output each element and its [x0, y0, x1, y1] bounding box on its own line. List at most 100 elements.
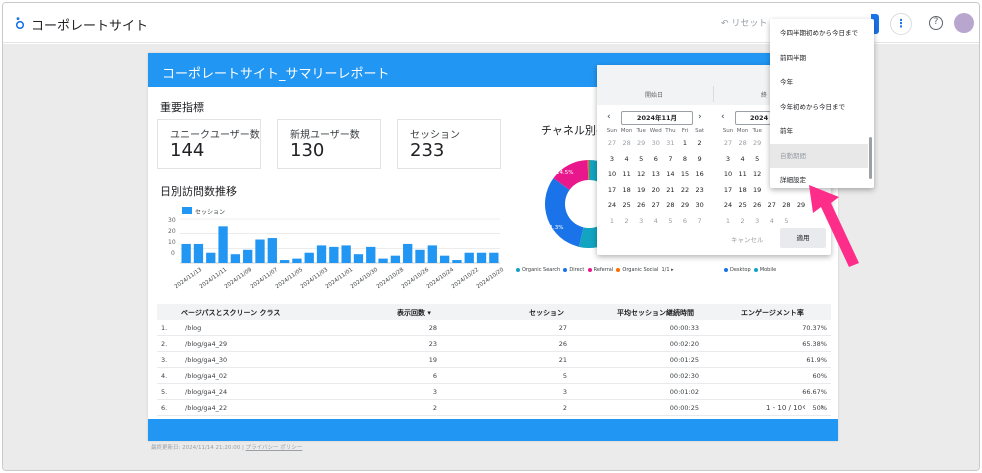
calendar-day[interactable]: 3 [750, 217, 764, 225]
bar[interactable] [390, 255, 401, 263]
calendar-day[interactable]: 11 [736, 170, 750, 178]
calendar-day[interactable]: 19 [750, 186, 764, 194]
calendar-day[interactable]: 24 [721, 201, 735, 209]
calendar-day[interactable]: 4 [736, 155, 750, 163]
calendar-day[interactable]: 14 [663, 170, 677, 178]
prev-page-icon[interactable]: ‹ [802, 402, 806, 413]
calendar-day[interactable]: 27 [765, 201, 779, 209]
calendar-day[interactable]: 6 [678, 217, 692, 225]
table-row[interactable]: 2. /blog/ga4_29 23 26 00:02:20 65.38% [157, 336, 831, 352]
calendar-day[interactable]: 9 [693, 155, 707, 163]
bar[interactable] [415, 249, 425, 263]
calendar-day[interactable]: 21 [663, 186, 677, 194]
calendar-day[interactable]: 23 [693, 186, 707, 194]
calendar-day[interactable]: 22 [678, 186, 692, 194]
calendar-day[interactable]: 27 [605, 139, 619, 147]
menu-item[interactable]: 前四半期 [770, 46, 868, 70]
calendar-day[interactable]: 28 [736, 139, 750, 147]
bar[interactable] [267, 238, 277, 263]
calendar-day[interactable]: 4 [649, 217, 663, 225]
calendar-day[interactable]: 5 [634, 155, 648, 163]
column-header-sorted[interactable]: 表示回数 ▾ [397, 308, 431, 318]
table-row[interactable]: 5. /blog/ga4_24 3 3 00:01:02 66.67% [157, 384, 831, 400]
prev-month-icon[interactable]: ‹ [607, 112, 611, 122]
calendar-day[interactable]: 29 [678, 201, 692, 209]
calendar-day[interactable]: 15 [678, 170, 692, 178]
calendar-day[interactable]: 1 [678, 139, 692, 147]
bar[interactable] [489, 252, 499, 263]
bar[interactable] [439, 255, 450, 263]
bar[interactable] [255, 239, 265, 263]
calendar-day[interactable]: 17 [721, 186, 735, 194]
calendar-day[interactable]: 20 [649, 186, 663, 194]
menu-item[interactable]: 自動期間 [770, 143, 868, 168]
calendar-day[interactable]: 3 [634, 217, 648, 225]
column-header[interactable]: ページパスとスクリーン クラス [181, 308, 280, 318]
table-row[interactable]: 3. /blog/ga4_30 19 21 00:01:25 61.9% [157, 352, 831, 368]
calendar-day[interactable]: 3 [605, 155, 619, 163]
calendar-day[interactable]: 4 [620, 155, 634, 163]
calendar-day[interactable]: 29 [634, 139, 648, 147]
calendar-day[interactable]: 28 [779, 201, 793, 209]
bar[interactable] [329, 246, 339, 263]
calendar-day[interactable]: 31 [663, 139, 677, 147]
bar[interactable] [218, 226, 228, 263]
end-date-label[interactable]: 終 [761, 90, 767, 99]
calendar-day[interactable]: 5 [779, 217, 793, 225]
table-row[interactable]: 1. /blog 28 27 00:00:33 70.37% [157, 320, 831, 336]
calendar-day[interactable]: 26 [750, 201, 764, 209]
calendar-day[interactable]: 3 [721, 155, 735, 163]
column-header[interactable]: 平均セッション継続時間 [617, 308, 694, 318]
calendar-day[interactable]: 10 [721, 170, 735, 178]
table-row[interactable]: 4. /blog/ga4_02 6 5 00:02:30 60% [157, 368, 831, 384]
menu-item[interactable]: 前年 [770, 119, 868, 143]
bar[interactable] [316, 245, 327, 263]
calendar-day[interactable]: 2 [620, 217, 634, 225]
calendar-day[interactable]: 29 [750, 139, 764, 147]
bar[interactable] [279, 260, 290, 263]
calendar-day[interactable]: 7 [693, 217, 707, 225]
calendar-day[interactable]: 6 [649, 155, 663, 163]
bar[interactable] [193, 243, 204, 263]
bar[interactable] [427, 245, 437, 263]
calendar-day[interactable]: 12 [634, 170, 648, 178]
bar[interactable] [292, 258, 302, 263]
prev-month-icon-right[interactable]: ‹ [721, 112, 725, 122]
start-date-label[interactable]: 開始日 [645, 90, 663, 99]
calendar-day[interactable]: 2 [693, 139, 707, 147]
calendar-day[interactable]: 17 [605, 186, 619, 194]
bar[interactable] [230, 254, 241, 263]
bar[interactable] [304, 252, 314, 263]
calendar-day[interactable]: 30 [693, 201, 707, 209]
avatar[interactable] [954, 13, 974, 33]
calendar-day[interactable]: 1 [721, 217, 735, 225]
calendar-day[interactable]: 19 [634, 186, 648, 194]
bar[interactable] [353, 254, 364, 263]
more-options-icon[interactable]: ⋮ [890, 13, 912, 35]
menu-item[interactable]: 今年 [770, 70, 868, 94]
help-icon[interactable]: ? [929, 16, 943, 30]
calendar-day[interactable]: 8 [678, 155, 692, 163]
bar[interactable] [403, 243, 413, 263]
calendar-day[interactable]: 10 [605, 170, 619, 178]
calendar-day[interactable]: 5 [663, 217, 677, 225]
calendar-day[interactable]: 11 [620, 170, 634, 178]
reset-button[interactable]: ↶ リセット [721, 16, 767, 29]
bar[interactable] [366, 246, 376, 263]
calendar-day[interactable]: 7 [663, 155, 677, 163]
calendar-day[interactable]: 2 [736, 217, 750, 225]
column-header[interactable]: セッション [529, 308, 564, 318]
calendar-day[interactable]: 24 [605, 201, 619, 209]
cancel-button[interactable]: キャンセル [731, 234, 764, 244]
calendar-day[interactable]: 18 [620, 186, 634, 194]
calendar-day[interactable]: 27 [721, 139, 735, 147]
month-select-left[interactable]: 2024年11月 [621, 111, 693, 125]
donut-slice[interactable] [545, 178, 584, 247]
calendar-day[interactable]: 25 [736, 201, 750, 209]
calendar-day[interactable]: 30 [649, 139, 663, 147]
bar[interactable] [452, 260, 462, 263]
calendar-day[interactable]: 4 [765, 217, 779, 225]
menu-item[interactable]: 今四半期初めから今日まで [770, 21, 868, 45]
bar[interactable] [243, 249, 253, 263]
table-row[interactable]: 6./blog/ga4_22 2 2 00:00:25 50% [157, 400, 831, 416]
